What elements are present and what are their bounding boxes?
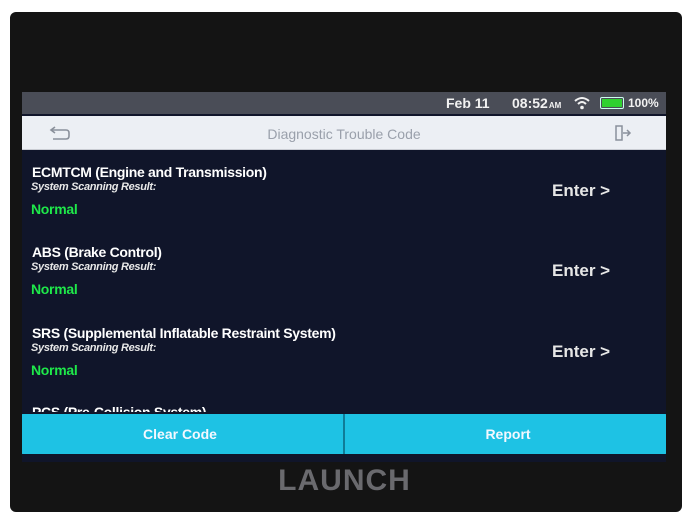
scan-status: Normal — [31, 362, 78, 378]
list-item-pcs[interactable]: PCS (Pre-Collision System) — [22, 404, 666, 412]
system-name: ECMTCM (Engine and Transmission) — [32, 164, 267, 180]
system-name: PCS (Pre-Collision System) — [32, 404, 207, 412]
list-item-abs[interactable]: ABS (Brake Control) System Scanning Resu… — [22, 244, 666, 324]
report-button[interactable]: Report — [345, 414, 666, 454]
list-item-srs[interactable]: SRS (Supplemental Inflatable Restraint S… — [22, 325, 666, 405]
system-name: ABS (Brake Control) — [32, 244, 162, 260]
brand-logo: LAUNCH — [278, 464, 411, 497]
title-bar: Diagnostic Trouble Code — [22, 116, 666, 150]
status-date: Feb 11 — [446, 95, 490, 111]
battery-percent: 100% — [628, 96, 659, 110]
scan-status: Normal — [31, 201, 78, 217]
status-bar: Feb 11 08:52AM 100% — [22, 92, 666, 114]
scan-result-label: System Scanning Result: — [31, 342, 157, 354]
battery-icon — [600, 97, 624, 109]
enter-button[interactable]: Enter > — [552, 342, 610, 362]
action-bar: Clear Code Report — [22, 414, 666, 454]
system-list[interactable]: ECMTCM (Engine and Transmission) System … — [22, 152, 666, 412]
status-time: 08:52AM — [512, 95, 562, 111]
scan-status: Normal — [31, 281, 78, 297]
scan-result-label: System Scanning Result: — [31, 181, 157, 193]
enter-button[interactable]: Enter > — [552, 181, 610, 201]
wifi-icon — [574, 97, 590, 110]
list-item-ecmtcm[interactable]: ECMTCM (Engine and Transmission) System … — [22, 164, 666, 244]
system-name: SRS (Supplemental Inflatable Restraint S… — [32, 325, 336, 341]
screen: Feb 11 08:52AM 100% Diagnostic Trouble C… — [22, 92, 666, 462]
exit-icon[interactable] — [614, 124, 632, 142]
scan-result-label: System Scanning Result: — [31, 261, 157, 273]
enter-button[interactable]: Enter > — [552, 261, 610, 281]
page-title: Diagnostic Trouble Code — [267, 126, 421, 142]
clear-code-button[interactable]: Clear Code — [22, 414, 345, 454]
